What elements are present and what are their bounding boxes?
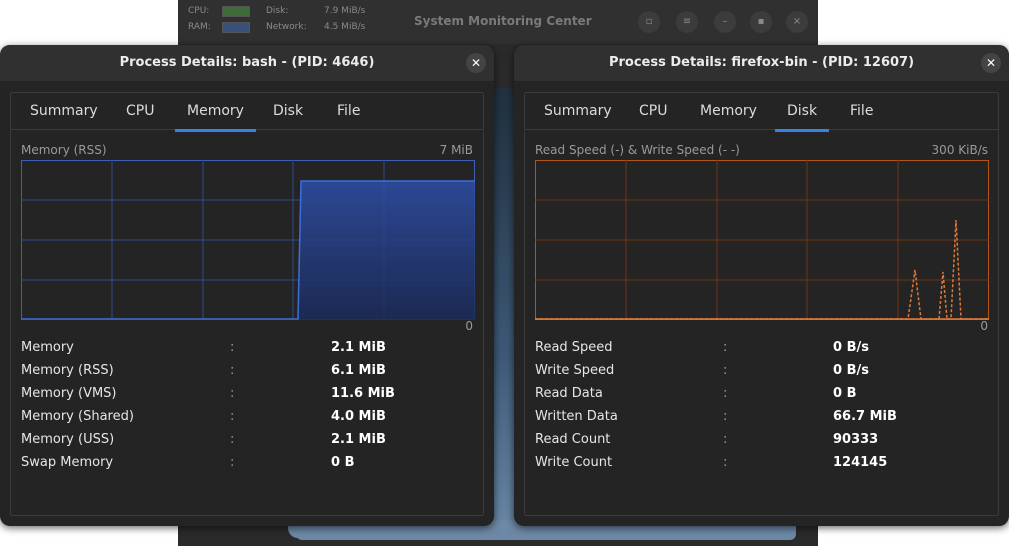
row-separator: : xyxy=(230,455,235,470)
row-value-memory-vms: 11.6 MiB xyxy=(331,386,395,401)
row-separator: : xyxy=(723,432,728,447)
memory-area xyxy=(21,181,475,320)
tab-file[interactable]: File xyxy=(850,103,873,119)
graph-max-label: 300 KiB/s xyxy=(931,143,988,157)
graph-label: Read Speed (-) & Write Speed (- -) xyxy=(535,143,740,157)
graph-label: Memory (RSS) xyxy=(21,143,107,157)
disk-label: Disk: xyxy=(266,6,289,16)
window-close-icon[interactable]: × xyxy=(786,11,808,33)
row-separator: : xyxy=(230,340,235,355)
row-value-memory: 2.1 MiB xyxy=(331,340,386,355)
tab-bar: Summary CPU Memory Disk File xyxy=(11,93,483,132)
row-label-memory-uss: Memory (USS) xyxy=(21,432,115,447)
menu-icon[interactable]: ≡ xyxy=(676,11,698,33)
row-label-write-count: Write Count xyxy=(535,455,613,470)
row-separator: : xyxy=(723,386,728,401)
row-separator: : xyxy=(230,363,235,378)
row-value-read-data: 0 B xyxy=(833,386,857,401)
row-value-memory-uss: 2.1 MiB xyxy=(331,432,386,447)
ram-minibar xyxy=(222,22,250,33)
tab-cpu[interactable]: CPU xyxy=(126,103,154,119)
row-separator: : xyxy=(230,409,235,424)
tab-summary[interactable]: Summary xyxy=(544,103,612,119)
dialog-content-frame: Summary CPU Memory Disk File Memory (RSS… xyxy=(10,92,484,516)
background-window-title: System Monitoring Center xyxy=(414,14,592,28)
row-label-write-speed: Write Speed xyxy=(535,363,615,378)
tab-file[interactable]: File xyxy=(337,103,360,119)
row-separator: : xyxy=(723,409,728,424)
row-label-memory-shared: Memory (Shared) xyxy=(21,409,134,424)
tab-disk[interactable]: Disk xyxy=(273,103,303,119)
ram-label: RAM: xyxy=(188,22,211,32)
row-separator: : xyxy=(723,363,728,378)
row-label-memory-vms: Memory (VMS) xyxy=(21,386,117,401)
background-headerbar: CPU: RAM: Disk: Network: 7.9 MiB/s 4.5 M… xyxy=(178,0,818,44)
cpu-label: CPU: xyxy=(188,6,210,16)
row-label-read-speed: Read Speed xyxy=(535,340,613,355)
row-separator: : xyxy=(230,386,235,401)
disk-speed-graph xyxy=(535,160,989,320)
row-value-read-speed: 0 B/s xyxy=(833,340,869,355)
cpu-minibar xyxy=(222,6,250,17)
close-icon[interactable]: ✕ xyxy=(981,53,1001,73)
tab-memory[interactable]: Memory xyxy=(700,103,757,119)
dialog-titlebar: Process Details: bash - (PID: 4646) ✕ xyxy=(0,45,494,81)
row-value-swap-memory: 0 B xyxy=(331,455,355,470)
process-details-dialog-firefox: Process Details: firefox-bin - (PID: 126… xyxy=(514,45,1009,526)
maximize-icon[interactable]: ▪ xyxy=(750,11,772,33)
write-speed-line xyxy=(535,219,989,320)
row-label-read-count: Read Count xyxy=(535,432,611,447)
graph-max-label: 7 MiB xyxy=(439,143,473,157)
minimize-icon[interactable]: – xyxy=(714,11,736,33)
row-label-swap-memory: Swap Memory xyxy=(21,455,114,470)
tab-disk[interactable]: Disk xyxy=(774,103,830,132)
process-details-dialog-bash: Process Details: bash - (PID: 4646) ✕ Su… xyxy=(0,45,494,526)
memory-rss-graph xyxy=(21,160,475,320)
row-value-written-data: 66.7 MiB xyxy=(833,409,897,424)
dialog-titlebar: Process Details: firefox-bin - (PID: 126… xyxy=(514,45,1009,81)
tab-cpu[interactable]: CPU xyxy=(639,103,667,119)
row-label-written-data: Written Data xyxy=(535,409,618,424)
graph-min-label: 0 xyxy=(465,319,473,333)
row-value-memory-shared: 4.0 MiB xyxy=(331,409,386,424)
row-value-memory-rss: 6.1 MiB xyxy=(331,363,386,378)
row-separator: : xyxy=(723,340,728,355)
tab-bar: Summary CPU Memory Disk File xyxy=(525,93,998,132)
close-icon[interactable]: ✕ xyxy=(466,53,486,73)
disk-value: 7.9 MiB/s xyxy=(324,6,366,16)
network-value: 4.5 MiB/s xyxy=(324,22,366,32)
row-separator: : xyxy=(723,455,728,470)
row-separator: : xyxy=(230,432,235,447)
row-value-read-count: 90333 xyxy=(833,432,879,447)
settings-icon[interactable]: ▫ xyxy=(638,11,660,33)
tab-summary[interactable]: Summary xyxy=(30,103,98,119)
row-value-write-count: 124145 xyxy=(833,455,888,470)
row-value-write-speed: 0 B/s xyxy=(833,363,869,378)
dialog-content-frame: Summary CPU Memory Disk File Read Speed … xyxy=(524,92,999,516)
network-label: Network: xyxy=(266,22,307,32)
row-label-read-data: Read Data xyxy=(535,386,603,401)
dialog-title: Process Details: bash - (PID: 4646) xyxy=(119,55,375,70)
tab-memory[interactable]: Memory xyxy=(175,103,256,132)
row-label-memory: Memory xyxy=(21,340,74,355)
dialog-title: Process Details: firefox-bin - (PID: 126… xyxy=(608,55,915,70)
row-label-memory-rss: Memory (RSS) xyxy=(21,363,114,378)
graph-min-label: 0 xyxy=(980,319,988,333)
